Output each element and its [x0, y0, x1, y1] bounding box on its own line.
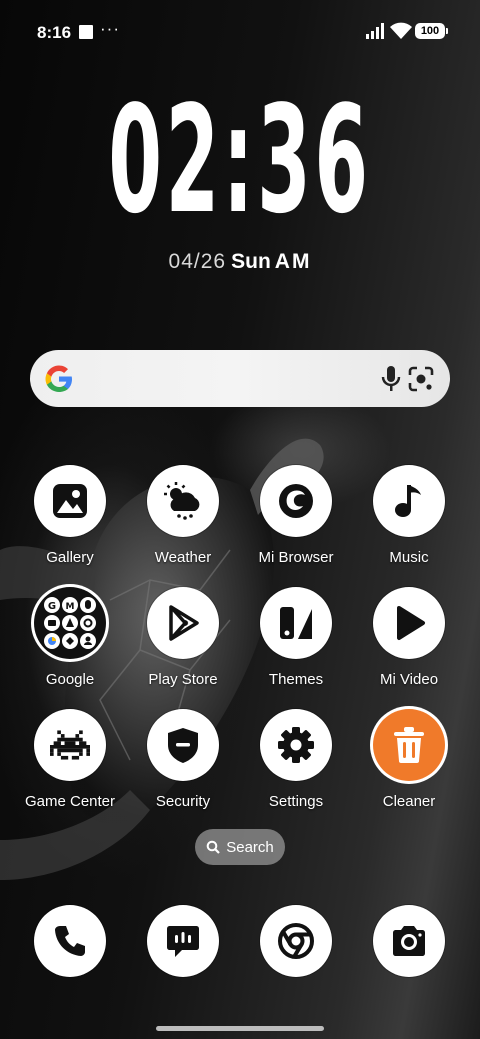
music-icon — [373, 465, 445, 537]
clock-time: 02:36 — [108, 74, 372, 246]
clock-widget[interactable]: 02:36 — [0, 86, 480, 234]
app-label: Themes — [268, 671, 324, 688]
app-search-label: Search — [226, 838, 274, 856]
svg-text:G: G — [48, 601, 56, 612]
status-bar: 8:16 ··· 100 — [0, 0, 480, 64]
camera-icon — [373, 905, 445, 977]
app-themes[interactable]: Themes — [240, 587, 352, 688]
weekday-text: Sun — [231, 250, 271, 273]
gear-icon — [260, 709, 332, 781]
phone-icon — [34, 905, 106, 977]
browser-icon — [260, 465, 332, 537]
app-play-store[interactable]: Play Store — [127, 587, 239, 688]
app-label: Mi Video — [379, 671, 439, 688]
game-icon — [34, 709, 106, 781]
app-search-button[interactable]: Search — [195, 829, 285, 865]
app-label: Mi Browser — [258, 549, 334, 566]
security-icon — [147, 709, 219, 781]
app-label: Security — [155, 793, 211, 810]
video-icon — [373, 587, 445, 659]
app-label: Cleaner — [382, 793, 436, 810]
app-gallery[interactable]: Gallery — [14, 465, 126, 566]
app-label: Gallery — [46, 549, 94, 566]
home-gesture-bar[interactable] — [156, 1026, 324, 1031]
google-folder-icon: G M — [34, 587, 106, 659]
date-text: 04/26 — [168, 250, 227, 273]
app-label: Weather — [154, 549, 212, 566]
app-game-center[interactable]: Game Center — [14, 709, 126, 810]
google-search-bar[interactable] — [30, 350, 450, 407]
gallery-icon — [34, 465, 106, 537]
wifi-icon — [390, 22, 412, 39]
app-label: Google — [45, 671, 95, 688]
mic-icon[interactable] — [380, 364, 402, 394]
themes-icon — [260, 587, 332, 659]
dock-camera[interactable] — [353, 905, 465, 977]
dock-messaging[interactable] — [127, 905, 239, 977]
app-security[interactable]: Security — [127, 709, 239, 810]
app-music[interactable]: Music — [353, 465, 465, 566]
play-store-icon — [147, 587, 219, 659]
dock-phone[interactable] — [14, 905, 126, 977]
app-mi-video[interactable]: Mi Video — [353, 587, 465, 688]
app-cleaner[interactable]: Cleaner — [353, 709, 465, 810]
ampm-text: AM — [274, 250, 312, 273]
lens-icon[interactable] — [408, 366, 434, 392]
chrome-icon — [260, 905, 332, 977]
app-mi-browser[interactable]: Mi Browser — [240, 465, 352, 566]
dock-chrome[interactable] — [240, 905, 352, 977]
signal-icon — [366, 23, 384, 39]
app-label: Play Store — [148, 671, 218, 688]
more-notifications-icon: ··· — [100, 19, 120, 38]
app-label: Music — [389, 549, 429, 566]
svg-text:M: M — [66, 602, 75, 612]
trash-icon — [373, 709, 445, 781]
notification-square-icon — [79, 25, 93, 39]
messaging-icon — [147, 905, 219, 977]
date-line[interactable]: 04/26 Sun AM — [0, 250, 480, 274]
status-time: 8:16 — [37, 23, 72, 42]
app-settings[interactable]: Settings — [240, 709, 352, 810]
app-google-folder[interactable]: G M Google — [14, 587, 126, 688]
battery-icon: 100 — [415, 23, 448, 39]
app-weather[interactable]: Weather — [127, 465, 239, 566]
search-icon — [206, 840, 221, 854]
google-g-icon — [45, 365, 72, 392]
weather-icon — [147, 465, 219, 537]
app-label: Game Center — [24, 793, 116, 810]
app-label: Settings — [268, 793, 324, 810]
